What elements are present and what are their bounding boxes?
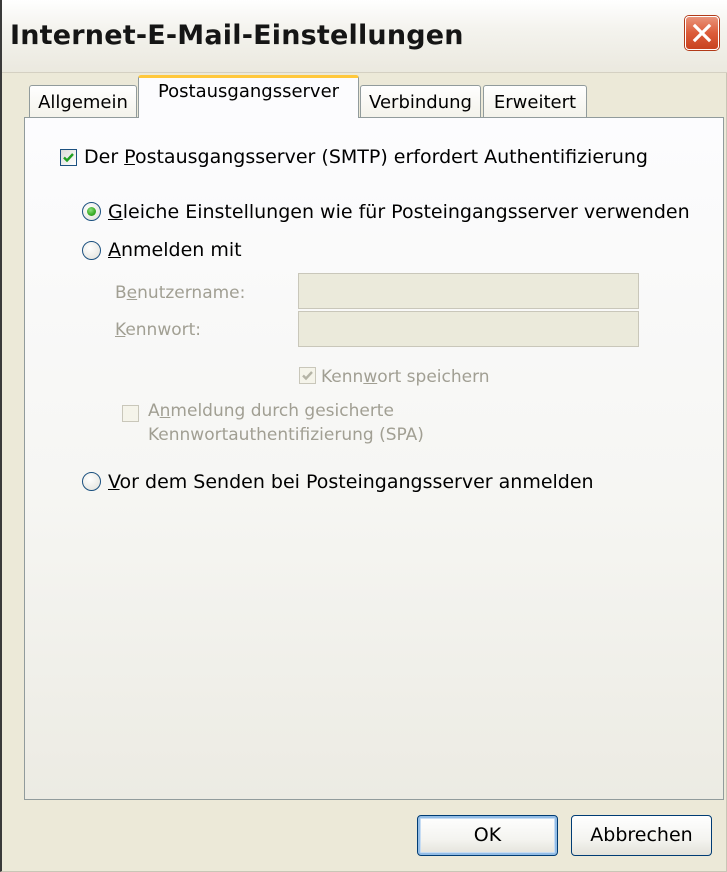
tab-allgemein-label: Allgemein xyxy=(38,92,128,113)
smtp-auth-label[interactable]: Der Postausgangsserver (SMTP) erfordert … xyxy=(84,146,648,168)
radio-same-mnemonic: G xyxy=(108,201,123,223)
tab-verbindung-label: Verbindung xyxy=(369,92,472,113)
ok-button[interactable]: OK xyxy=(417,815,558,856)
cancel-button-label: Abbrechen xyxy=(590,824,693,846)
dialog-window: Internet-E-Mail-Einstellungen Allgemein … xyxy=(0,0,727,872)
smtp-auth-label-post: ostausgangsserver (SMTP) erfordert Authe… xyxy=(134,146,648,168)
radio-before-send-mnemonic: V xyxy=(108,471,120,493)
radio-login-post: nmelden mit xyxy=(121,239,242,261)
tab-postausgangsserver[interactable]: Postausgangsserver xyxy=(138,75,359,118)
radio-login-with[interactable] xyxy=(82,241,101,260)
tab-erweitert-label: Erweitert xyxy=(493,92,577,113)
radio-before-send-post: or dem Senden bei Posteingangsserver anm… xyxy=(119,471,594,493)
username-field[interactable] xyxy=(298,273,639,309)
radio-same-post: leiche Einstellungen wie für Posteingang… xyxy=(122,201,690,223)
title-bar[interactable]: Internet-E-Mail-Einstellungen xyxy=(2,0,727,73)
radio-before-send-label[interactable]: Vor dem Senden bei Posteingangsserver an… xyxy=(108,471,594,493)
radio-same-settings-label[interactable]: Gleiche Einstellungen wie für Posteingan… xyxy=(108,201,690,223)
tab-allgemein[interactable]: Allgemein xyxy=(29,85,137,118)
smtp-auth-label-mnemonic: P xyxy=(124,146,135,168)
save-password-checkbox[interactable] xyxy=(299,367,316,384)
radio-login-with-label[interactable]: Anmelden mit xyxy=(108,239,242,261)
tab-erweitert[interactable]: Erweitert xyxy=(483,85,587,118)
smtp-auth-label-pre: Der xyxy=(84,146,125,168)
radio-before-send[interactable] xyxy=(82,472,101,491)
window-title: Internet-E-Mail-Einstellungen xyxy=(10,20,464,51)
password-field[interactable] xyxy=(298,311,639,347)
radio-same-settings[interactable] xyxy=(82,202,101,221)
smtp-auth-checkbox[interactable] xyxy=(60,149,77,166)
tab-postausgangsserver-label: Postausgangsserver xyxy=(157,81,340,102)
radio-selected-dot xyxy=(87,207,96,216)
close-button[interactable] xyxy=(685,16,719,50)
ok-button-label: OK xyxy=(473,824,502,846)
cancel-button[interactable]: Abbrechen xyxy=(571,815,712,856)
radio-login-mnemonic: A xyxy=(108,239,121,261)
tab-verbindung[interactable]: Verbindung xyxy=(360,85,481,118)
spa-checkbox[interactable] xyxy=(122,405,139,422)
